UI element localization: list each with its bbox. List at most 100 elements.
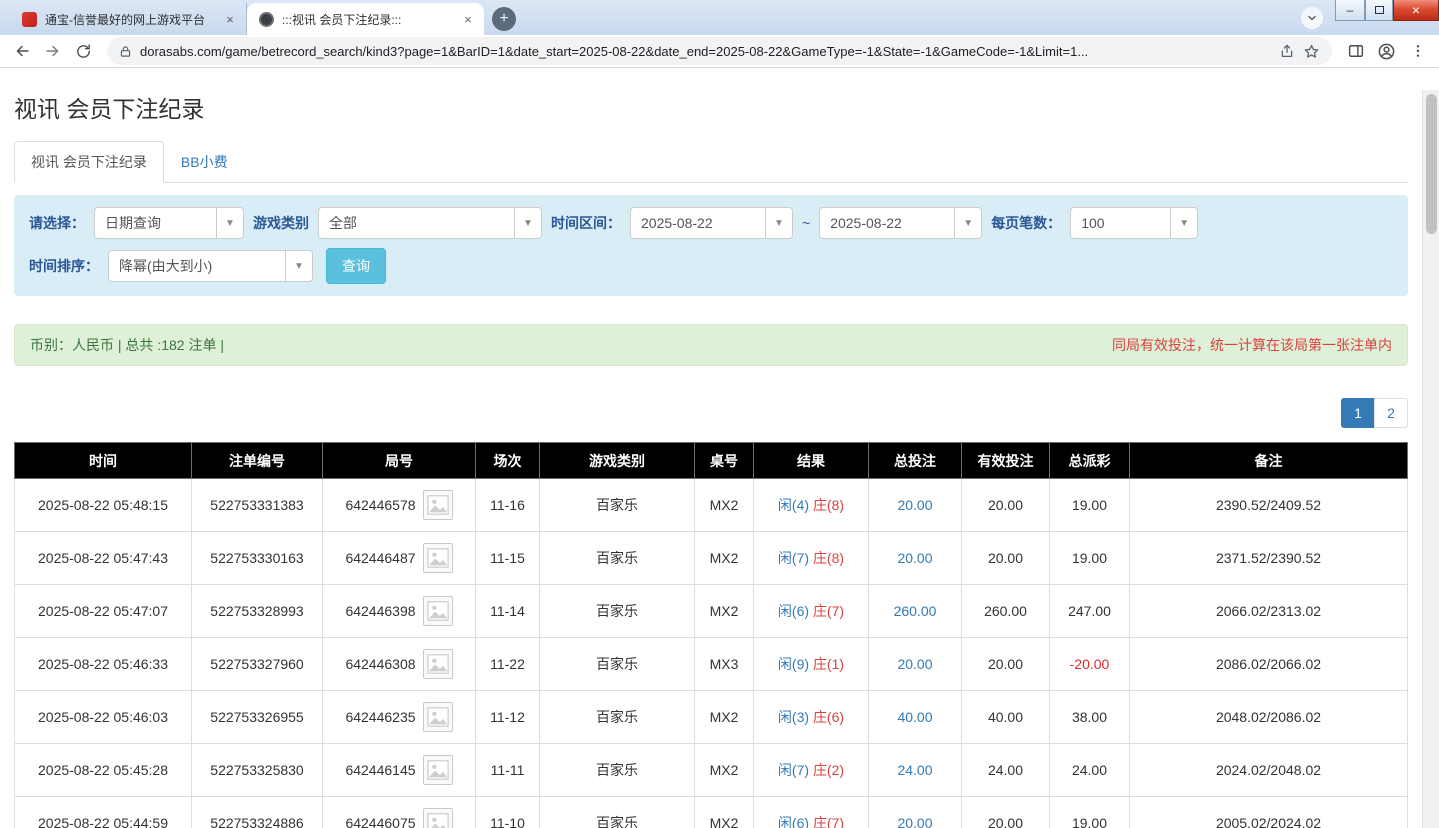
address-bar[interactable]: dorasabs.com/game/betrecord_search/kind3…	[107, 37, 1332, 65]
total-bet-link[interactable]: 24.00	[869, 744, 962, 797]
result-player: 闲(6)	[778, 815, 809, 828]
result-banker: 庄(7)	[813, 815, 844, 828]
site-favicon-icon	[259, 12, 274, 27]
browser-menu-kebab-icon[interactable]	[1404, 38, 1431, 65]
result-banker: 庄(6)	[813, 709, 844, 725]
refresh-icon[interactable]	[70, 38, 97, 65]
column-header: 有效投注	[962, 443, 1050, 479]
column-header: 总派彩	[1050, 443, 1130, 479]
result-banker: 庄(8)	[813, 497, 844, 513]
share-icon[interactable]	[1279, 43, 1295, 59]
date-start-input[interactable]: 2025-08-22 ▼	[630, 207, 793, 239]
window-minimize-button[interactable]: –	[1335, 0, 1365, 21]
window-close-button[interactable]: ×	[1393, 0, 1439, 21]
browser-tab-1[interactable]: 通宝-信誉最好的网上游戏平台 ×	[10, 3, 247, 35]
total-bet-link[interactable]: 40.00	[869, 691, 962, 744]
round-number: 642446578	[345, 497, 415, 513]
tab-close-icon[interactable]: ×	[460, 11, 476, 27]
session-cell: 11-22	[476, 638, 540, 691]
tab-bet-records[interactable]: 视讯 会员下注纪录	[14, 141, 164, 183]
date-separator: ~	[802, 215, 810, 231]
new-tab-button[interactable]: +	[492, 7, 516, 31]
valid-bet-cell: 20.00	[962, 638, 1050, 691]
chevron-down-icon[interactable]: ▼	[954, 208, 981, 238]
result-cell: 闲(6) 庄(7)	[754, 585, 869, 638]
bet-id-cell: 522753331383	[192, 479, 323, 532]
browser-tab-2[interactable]: :::视讯 会员下注纪录::: ×	[247, 3, 484, 35]
date-range-label: 时间区间：	[551, 213, 621, 233]
chevron-down-icon[interactable]: ▼	[216, 208, 243, 238]
pagination: 12	[14, 398, 1408, 428]
total-bet-link[interactable]: 260.00	[869, 585, 962, 638]
filter-panel: 请选择： 日期查询 ▼ 游戏类别 全部 ▼ 时间区间： 2025-08-22 ▼…	[14, 195, 1408, 296]
chevron-down-icon[interactable]: ▼	[514, 208, 541, 238]
bookmark-star-icon[interactable]	[1303, 43, 1320, 60]
bet-time-cell: 2025-08-22 05:47:07	[15, 585, 192, 638]
image-placeholder-icon[interactable]	[423, 543, 453, 573]
tab-search-chevron-icon[interactable]	[1301, 7, 1323, 29]
chevron-down-icon[interactable]: ▼	[1170, 208, 1197, 238]
page-scrollbar[interactable]	[1422, 90, 1439, 828]
image-placeholder-icon[interactable]	[423, 755, 453, 785]
lock-icon	[119, 45, 132, 58]
round-cell: 642446308	[323, 638, 476, 691]
chevron-down-icon[interactable]: ▼	[765, 208, 792, 238]
pagination-page-2[interactable]: 2	[1374, 398, 1408, 428]
image-placeholder-icon[interactable]	[423, 490, 453, 520]
scrollbar-thumb[interactable]	[1426, 94, 1437, 234]
round-cell: 642446398	[323, 585, 476, 638]
round-number: 642446398	[345, 603, 415, 619]
bet-time-cell: 2025-08-22 05:44:59	[15, 797, 192, 828]
profile-avatar-icon[interactable]	[1373, 38, 1400, 65]
side-panel-icon[interactable]	[1342, 38, 1369, 65]
total-bet-link[interactable]: 20.00	[869, 532, 962, 585]
sort-select[interactable]: 降幂(由大到小) ▼	[108, 250, 313, 282]
note-cell: 2024.02/2048.02	[1130, 744, 1408, 797]
tab-strip: 通宝-信誉最好的网上游戏平台 × :::视讯 会员下注纪录::: × + – ×	[0, 0, 1439, 35]
site-favicon-icon	[22, 12, 37, 27]
total-bet-link[interactable]: 20.00	[869, 797, 962, 828]
tab-close-icon[interactable]: ×	[222, 11, 238, 27]
image-placeholder-icon[interactable]	[423, 649, 453, 679]
result-cell: 闲(6) 庄(7)	[754, 797, 869, 828]
round-cell: 642446487	[323, 532, 476, 585]
total-bet-link[interactable]: 20.00	[869, 638, 962, 691]
column-header: 注单编号	[192, 443, 323, 479]
total-bet-link[interactable]: 20.00	[869, 479, 962, 532]
date-end-input[interactable]: 2025-08-22 ▼	[819, 207, 982, 239]
forward-icon[interactable]	[39, 38, 66, 65]
bet-id-cell: 522753324886	[192, 797, 323, 828]
image-placeholder-icon[interactable]	[423, 596, 453, 626]
session-cell: 11-12	[476, 691, 540, 744]
payout-cell: 19.00	[1050, 797, 1130, 828]
search-button[interactable]: 查询	[326, 248, 386, 284]
image-placeholder-icon[interactable]	[423, 702, 453, 732]
bet-id-cell: 522753330163	[192, 532, 323, 585]
table-number-cell: MX3	[695, 638, 754, 691]
pagination-page-1[interactable]: 1	[1341, 398, 1375, 428]
back-icon[interactable]	[8, 38, 35, 65]
payout-cell: 19.00	[1050, 532, 1130, 585]
valid-bet-cell: 20.00	[962, 797, 1050, 828]
chevron-down-icon[interactable]: ▼	[285, 251, 312, 281]
column-header: 结果	[754, 443, 869, 479]
table-number-cell: MX2	[695, 532, 754, 585]
result-cell: 闲(4) 庄(8)	[754, 479, 869, 532]
bet-id-cell: 522753328993	[192, 585, 323, 638]
browser-window: 通宝-信誉最好的网上游戏平台 × :::视讯 会员下注纪录::: × + – ×	[0, 0, 1439, 68]
image-placeholder-icon[interactable]	[423, 808, 453, 828]
game-type-cell: 百家乐	[540, 532, 695, 585]
query-type-select[interactable]: 日期查询 ▼	[94, 207, 244, 239]
table-number-cell: MX2	[695, 744, 754, 797]
round-cell: 642446578	[323, 479, 476, 532]
window-maximize-button[interactable]	[1365, 0, 1393, 21]
url-text[interactable]: dorasabs.com/game/betrecord_search/kind3…	[140, 44, 1271, 59]
valid-bet-cell: 40.00	[962, 691, 1050, 744]
valid-bet-note-text: 同局有效投注，统一计算在该局第一张注单内	[1112, 335, 1392, 355]
result-cell: 闲(9) 庄(1)	[754, 638, 869, 691]
game-type-select[interactable]: 全部 ▼	[318, 207, 542, 239]
valid-bet-cell: 24.00	[962, 744, 1050, 797]
per-page-select[interactable]: 100 ▼	[1070, 207, 1198, 239]
table-number-cell: MX2	[695, 691, 754, 744]
tab-bb-tips[interactable]: BB小费	[164, 141, 245, 183]
